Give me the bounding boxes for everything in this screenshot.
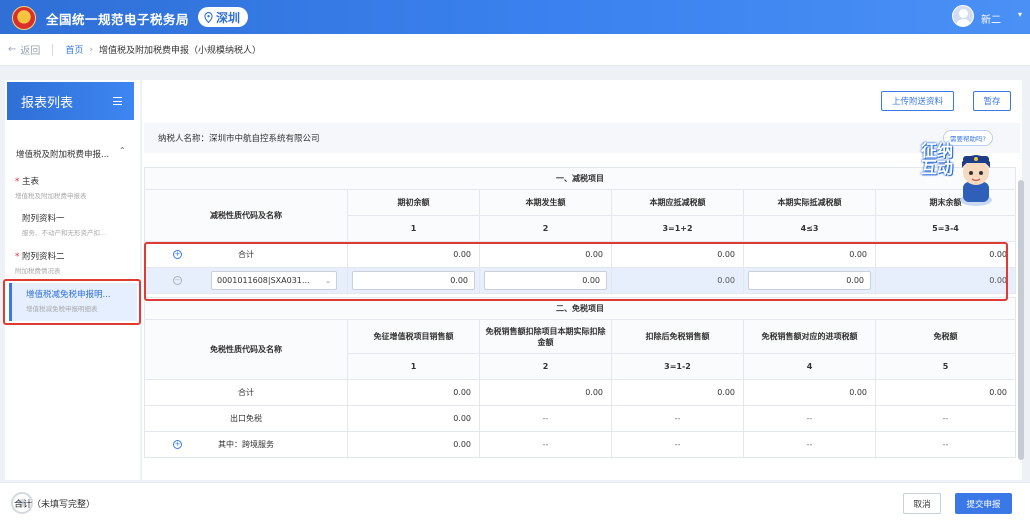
cell-value: 0.00 [347, 431, 480, 458]
sidebar-item-label: 附列资料一 [22, 214, 65, 224]
chevron-right-icon: › [89, 44, 94, 55]
chevron-up-icon[interactable]: ⌃ [119, 146, 126, 155]
upload-attachments-button[interactable]: 上传附送资料 [881, 91, 954, 111]
column-number: 2 [479, 353, 612, 380]
site-title: 全国统一规范电子税务局 [46, 12, 190, 27]
cell-value: 0.00 [875, 379, 1016, 406]
submit-button[interactable]: 提交申报 [955, 493, 1012, 514]
sidebar-item-sub: 服务、不动产和无形资产扣... [22, 229, 107, 237]
sidebar-item-sub: 增值税及附加税费申报表 [15, 192, 87, 200]
cancel-button[interactable]: 取消 [903, 493, 941, 514]
sidebar-item-label: 附列资料二 [21, 252, 65, 262]
table-row: 合计 0.00 0.00 0.00 0.00 0.00 [144, 379, 1016, 406]
cell-value: -- [875, 405, 1016, 432]
location-pin-icon [204, 11, 213, 23]
sidebar-item-attachment-1[interactable]: 附列资料一 服务、不动产和无形资产扣... [15, 212, 135, 237]
add-row-icon[interactable]: + [173, 440, 182, 449]
cell-value: -- [743, 405, 876, 432]
column-number: 3=1+2 [611, 215, 744, 242]
column-number: 3=1-2 [611, 353, 744, 380]
top-bar: 全国统一规范电子税务局 深圳 新二 ▾ [0, 0, 1030, 34]
mascot-icon [960, 155, 992, 206]
arrow-left-icon: ← [8, 44, 17, 55]
cell-value: 0.00 [611, 379, 744, 406]
city-name: 深圳 [216, 10, 241, 25]
sidebar-item-attachment-2[interactable]: * 附列资料二 附加税费情况表 [15, 250, 135, 275]
column-header: 本期发生额 [479, 189, 612, 216]
user-name[interactable]: 新二 [981, 11, 1001, 26]
chevron-down-icon[interactable]: ▾ [1018, 10, 1022, 19]
cell-value: -- [611, 431, 744, 458]
back-button[interactable]: ← 返回 [8, 42, 40, 57]
total-label: 合计 [144, 379, 348, 406]
column-number: 2 [479, 215, 612, 242]
column-number: 4 [743, 353, 876, 380]
help-assistant-widget[interactable]: 需要帮助吗? 征纳互动 [917, 128, 1001, 210]
cell-value: -- [875, 431, 1016, 458]
column-header: 免征增值税项目销售额 [347, 319, 480, 354]
city-selector[interactable]: 深圳 [198, 7, 249, 27]
sidebar-item-main[interactable]: * 主表 增值税及附加税费申报表 [15, 175, 135, 200]
report-group-title[interactable]: 增值税及附加税费申报... [16, 148, 109, 160]
breadcrumb-home[interactable]: 首页 [65, 43, 83, 56]
report-list-title: 报表列表 [21, 95, 74, 111]
required-mark: * [15, 252, 22, 262]
column-header: 免税销售额扣除项目本期实际扣除金额 [479, 319, 612, 354]
taxpayer-name: 纳税人名称：深圳市中航自控系统有限公司 [144, 123, 1020, 153]
column-header: 本期实际抵减税额 [743, 189, 876, 216]
cell-value: 0.00 [479, 379, 612, 406]
column-header: 期初余额 [347, 189, 480, 216]
table-row: + 其中：跨境服务 0.00 -- -- -- -- [144, 431, 1016, 458]
column-number: 5 [875, 353, 1016, 380]
save-draft-button[interactable]: 暂存 [973, 91, 1011, 111]
column-header: 扣除后免税销售额 [611, 319, 744, 354]
export-exempt-label: 出口免税 [144, 405, 348, 432]
column-number: 5=3-4 [875, 215, 1016, 242]
highlight-box-reduction-rows [144, 242, 1008, 301]
reduction-code-header: 减税性质代码及名称 [144, 189, 348, 242]
cross-border-label: 其中：跨境服务 [218, 440, 274, 449]
report-list-header: 报表列表 [7, 82, 134, 120]
back-label: 返回 [20, 46, 41, 57]
column-header: 免税销售额对应的进项税额 [743, 319, 876, 354]
tax-emblem-icon [12, 6, 36, 30]
column-number: 1 [347, 215, 480, 242]
cell-value: -- [479, 431, 612, 458]
cell-value: 0.00 [347, 379, 480, 406]
scrollbar[interactable] [1018, 180, 1024, 460]
breadcrumb-current: 增值税及附加税费申报（小规模纳税人） [99, 46, 262, 56]
column-header: 免税额 [875, 319, 1016, 354]
menu-icon[interactable] [113, 97, 122, 105]
breadcrumb-bar: ← 返回 首页 › 增值税及附加税费申报（小规模纳税人） [0, 34, 1030, 66]
column-number: 4≤3 [743, 215, 876, 242]
cell-value: -- [479, 405, 612, 432]
user-avatar[interactable] [952, 5, 974, 27]
footer-note: 合计（未填写完整） [14, 500, 96, 510]
cell-value: 0.00 [347, 405, 480, 432]
form-content: 上传附送资料 暂存 纳税人名称：深圳市中航自控系统有限公司 一、减税项目 减税性… [142, 80, 1022, 480]
cell-value: 0.00 [743, 379, 876, 406]
column-number: 1 [347, 353, 480, 380]
cell-value: -- [611, 405, 744, 432]
footer-bar: 合计（未填写完整） 取消 提交申报 [0, 482, 1030, 523]
table-row: 出口免税 0.00 -- -- -- -- [144, 405, 1016, 432]
sidebar-item-label: 主表 [21, 177, 39, 187]
sidebar-item-sub: 附加税费情况表 [15, 267, 61, 275]
highlight-box-sidebar [3, 279, 141, 325]
column-header: 本期应抵减税额 [611, 189, 744, 216]
required-mark: * [15, 177, 22, 187]
exemption-table: 二、免税项目 免税性质代码及名称 免征增值税项目销售额 免税销售额扣除项目本期实… [144, 297, 1016, 458]
divider [52, 43, 54, 56]
reduction-section-title: 一、减税项目 [144, 167, 1016, 190]
exemption-code-header: 免税性质代码及名称 [144, 319, 348, 380]
cell-value: -- [743, 431, 876, 458]
